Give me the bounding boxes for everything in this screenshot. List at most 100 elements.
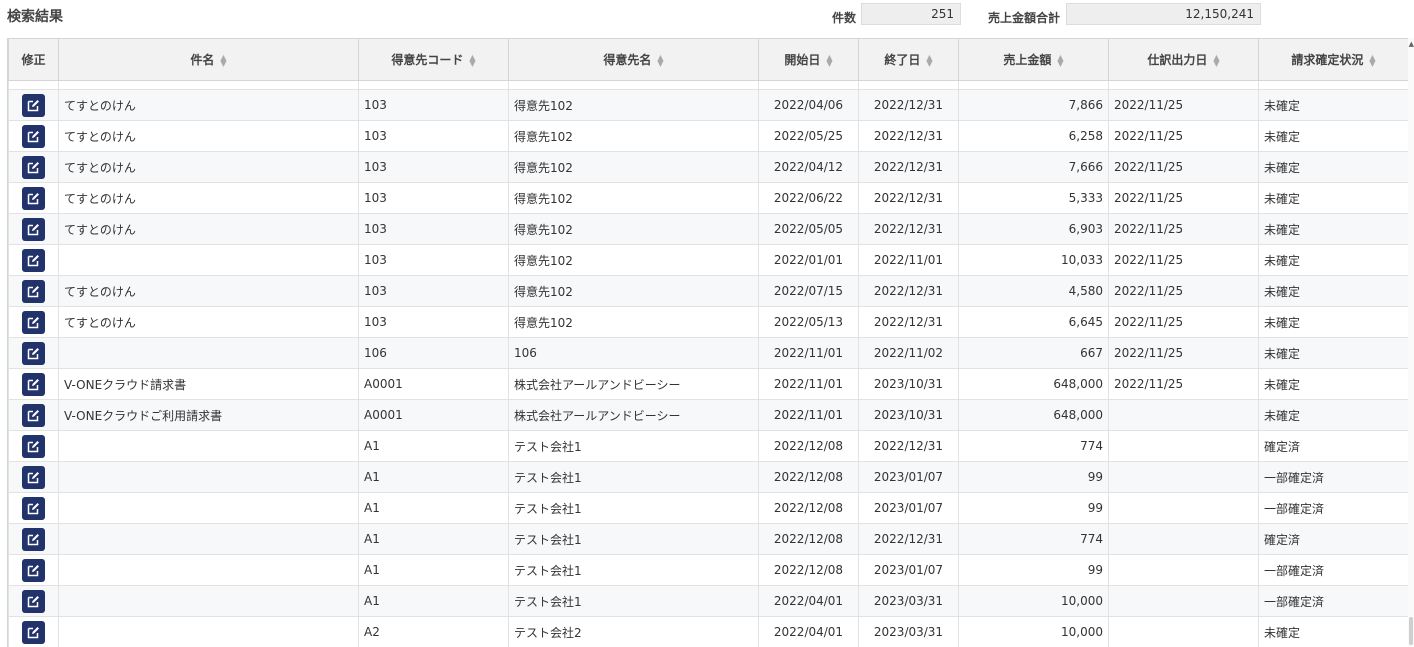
edit-button[interactable] xyxy=(22,93,45,117)
table-row: V-ONEクラウドご利用請求書 A0001 株式会社アールアンドビーシー 2022/1… xyxy=(8,399,1408,431)
table-body: てすとのけん 103 得意先102 2022/04/06 2022/12/31 7,866… xyxy=(8,80,1408,647)
column-header-billing-status[interactable]: 請求確定状況 ▲ ▼ xyxy=(1258,38,1408,81)
edit-button[interactable] xyxy=(22,186,45,210)
cell-edit xyxy=(8,461,59,493)
cell-end-date: 2022/12/31 xyxy=(858,89,959,121)
edit-button[interactable] xyxy=(22,403,45,427)
cell-sales-amount: 667 xyxy=(958,337,1109,369)
edit-button[interactable] xyxy=(22,372,45,396)
table-row: てすとのけん 103 得意先102 2022/05/25 2022/12/31 6,258… xyxy=(8,120,1408,152)
cell-journal-output-date: 2022/11/25 xyxy=(1108,120,1259,152)
cell-sales-amount: 774 xyxy=(958,430,1109,462)
edit-button[interactable] xyxy=(22,310,45,334)
edit-button[interactable] xyxy=(22,620,45,644)
cell-customer-code: 103 xyxy=(358,151,509,183)
cell-customer-code: 103 xyxy=(358,306,509,338)
cell-billing-status: 一部確定済 xyxy=(1258,492,1408,524)
cell-journal-output-date: 2022/11/25 xyxy=(1108,275,1259,307)
cell-customer-code: A0001 xyxy=(358,399,509,431)
cell-customer-code: A1 xyxy=(358,523,509,555)
edit-button[interactable] xyxy=(22,155,45,179)
table-header-row: 修正 件名 ▲ ▼ 得意先コード ▲ ▼ 得意先名 ▲ ▼ 開始日 ▲ ▼ 終了日 ▲ ▼ 売上金額… xyxy=(8,38,1408,81)
cell-billing-status: 未確定 xyxy=(1258,275,1408,307)
cell-journal-output-date: 2022/11/25 xyxy=(1108,244,1259,276)
cell-subject xyxy=(58,244,359,276)
column-header-end-date[interactable]: 終了日 ▲ ▼ xyxy=(858,38,959,81)
cell-edit xyxy=(8,554,59,586)
edit-button[interactable] xyxy=(22,217,45,241)
cell-journal-output-date xyxy=(1108,616,1259,647)
cell-subject xyxy=(58,337,359,369)
cell-billing-status: 未確定 xyxy=(1258,89,1408,121)
cell-end-date: 2023/10/31 xyxy=(858,368,959,400)
vertical-scrollbar[interactable] xyxy=(1408,38,1414,647)
edit-button[interactable] xyxy=(22,465,45,489)
cell-start-date: 2022/12/08 xyxy=(758,523,859,555)
cell-billing-status: 未確定 xyxy=(1258,120,1408,152)
edit-icon xyxy=(27,626,39,638)
cell-customer-name: 得意先102 xyxy=(508,275,759,307)
edit-icon xyxy=(27,595,39,607)
edit-icon xyxy=(27,223,39,235)
cell-end-date: 2022/12/31 xyxy=(858,523,959,555)
edit-button[interactable] xyxy=(22,248,45,272)
edit-button[interactable] xyxy=(22,496,45,520)
cell-sales-amount: 10,033 xyxy=(958,244,1109,276)
sort-icon[interactable]: ▲ ▼ xyxy=(1213,53,1219,67)
scrollbar-thumb[interactable] xyxy=(1409,617,1413,645)
edit-button[interactable] xyxy=(22,558,45,582)
cell-sales-amount: 6,645 xyxy=(958,306,1109,338)
cell-sales-amount: 10,000 xyxy=(958,585,1109,617)
cell-edit xyxy=(8,616,59,647)
column-header-sales-amount[interactable]: 売上金額 ▲ ▼ xyxy=(958,38,1109,81)
cell-edit xyxy=(8,523,59,555)
cell-customer-code: 103 xyxy=(358,275,509,307)
total-amount-label: 売上金額合計 xyxy=(988,11,1061,25)
cell-sales-amount: 99 xyxy=(958,461,1109,493)
cell-journal-output-date xyxy=(1108,430,1259,462)
sort-icon[interactable]: ▲ ▼ xyxy=(220,53,226,67)
column-header-journal-output-date[interactable]: 仕訳出力日 ▲ ▼ xyxy=(1108,38,1259,81)
cell-edit xyxy=(8,399,59,431)
cell-subject: てすとのけん xyxy=(58,89,359,121)
cell-billing-status: 確定済 xyxy=(1258,430,1408,462)
results-table-container[interactable]: 修正 件名 ▲ ▼ 得意先コード ▲ ▼ 得意先名 ▲ ▼ 開始日 ▲ ▼ 終了日 ▲ ▼ 売上金額… xyxy=(7,38,1409,647)
cell-end-date: 2022/12/31 xyxy=(858,182,959,214)
column-header-customer-name[interactable]: 得意先名 ▲ ▼ xyxy=(508,38,759,81)
table-row: てすとのけん 103 得意先102 2022/07/15 2022/12/31 4,580… xyxy=(8,275,1408,307)
edit-button[interactable] xyxy=(22,434,45,458)
sort-icon[interactable]: ▲ ▼ xyxy=(926,53,932,67)
cell-end-date: 2023/01/07 xyxy=(858,492,959,524)
cell-start-date: 2022/12/08 xyxy=(758,430,859,462)
cell-billing-status: 未確定 xyxy=(1258,151,1408,183)
cell-edit xyxy=(8,275,59,307)
cell-subject: V-ONEクラウドご利用請求書 xyxy=(58,399,359,431)
column-header-subject[interactable]: 件名 ▲ ▼ xyxy=(58,38,359,81)
sort-icon[interactable]: ▲ ▼ xyxy=(826,53,832,67)
cell-end-date: 2022/12/31 xyxy=(858,151,959,183)
column-header-customer-code[interactable]: 得意先コード ▲ ▼ xyxy=(358,38,509,81)
cell-journal-output-date: 2022/11/25 xyxy=(1108,306,1259,338)
table-row: 103 得意先102 2022/01/01 2022/11/01 10,033 2022/… xyxy=(8,244,1408,276)
sort-icon[interactable]: ▲ ▼ xyxy=(657,53,663,67)
cell-start-date: 2022/04/01 xyxy=(758,585,859,617)
cell-billing-status: 未確定 xyxy=(1258,182,1408,214)
edit-button[interactable] xyxy=(22,341,45,365)
cell-customer-name: テスト会社1 xyxy=(508,461,759,493)
cell-subject: てすとのけん xyxy=(58,151,359,183)
table-row: てすとのけん 103 得意先102 2022/04/06 2022/12/31 7,866… xyxy=(8,89,1408,121)
edit-button[interactable] xyxy=(22,527,45,551)
sort-icon[interactable]: ▲ ▼ xyxy=(1057,53,1063,67)
edit-button[interactable] xyxy=(22,589,45,613)
edit-button[interactable] xyxy=(22,124,45,148)
cell-start-date: 2022/05/05 xyxy=(758,213,859,245)
cell-billing-status: 一部確定済 xyxy=(1258,461,1408,493)
edit-button[interactable] xyxy=(22,279,45,303)
cell-end-date: 2023/10/31 xyxy=(858,399,959,431)
column-header-start-date[interactable]: 開始日 ▲ ▼ xyxy=(758,38,859,81)
scroll-up-arrow-icon[interactable]: ▲ xyxy=(1409,40,1414,48)
cell-edit xyxy=(8,120,59,152)
cell-start-date: 2022/05/25 xyxy=(758,120,859,152)
sort-icon[interactable]: ▲ ▼ xyxy=(1369,53,1375,67)
sort-icon[interactable]: ▲ ▼ xyxy=(469,53,475,67)
